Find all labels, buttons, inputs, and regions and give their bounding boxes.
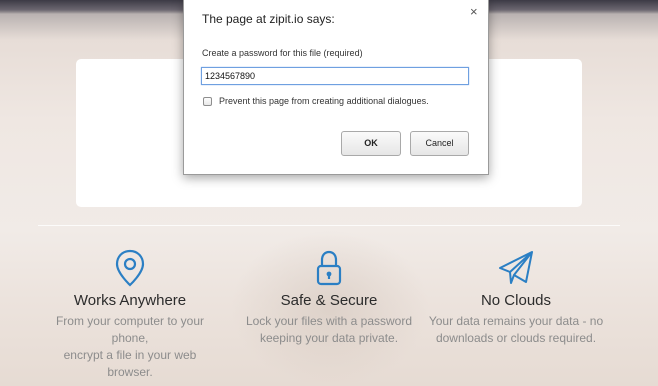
dialog-prompt-text: Create a password for this file (require… <box>202 48 363 58</box>
checkbox-label: Prevent this page from creating addition… <box>219 96 429 106</box>
password-input[interactable] <box>201 67 469 85</box>
dialog-title: The page at zipit.io says: <box>202 12 335 26</box>
prompt-dialog: The page at zipit.io says: × Create a pa… <box>183 0 489 175</box>
close-icon[interactable]: × <box>470 5 478 18</box>
feature-description: Lock your files with a password keeping … <box>229 313 429 347</box>
feature-desc-line: Lock your files with a password <box>245 314 413 328</box>
prevent-dialogs-checkbox[interactable] <box>203 96 212 106</box>
feature-description: From your computer to your phone, encryp… <box>30 313 230 381</box>
feature-desc-line: browser. <box>107 365 153 379</box>
feature-description: Your data remains your data - no downloa… <box>416 313 616 347</box>
feature-desc-line: From your computer to your <box>55 314 205 328</box>
feature-desc-line: keeping your data private. <box>259 331 399 345</box>
paper-plane-icon <box>499 251 533 284</box>
feature-desc-line: encrypt a file in your web <box>63 348 197 362</box>
cancel-button[interactable]: Cancel <box>410 131 469 156</box>
location-pin-icon <box>115 249 145 287</box>
feature-safe-secure: Safe & Secure Lock your files with a pas… <box>229 248 429 347</box>
feature-title: Works Anywhere <box>73 292 187 309</box>
prevent-dialogs-option[interactable]: Prevent this page from creating addition… <box>203 96 429 106</box>
feature-desc-line: downloads or clouds required. <box>435 331 597 345</box>
feature-works-anywhere: Works Anywhere From your computer to you… <box>30 248 230 381</box>
ok-button[interactable]: OK <box>341 131 401 156</box>
lock-icon <box>316 250 342 286</box>
feature-no-clouds: No Clouds Your data remains your data - … <box>416 248 616 347</box>
feature-title: No Clouds <box>480 292 552 309</box>
section-divider <box>38 225 620 226</box>
feature-desc-line: Your data remains your data - no <box>428 314 604 328</box>
feature-title: Safe & Secure <box>280 292 378 309</box>
feature-desc-line: phone, <box>111 331 149 345</box>
